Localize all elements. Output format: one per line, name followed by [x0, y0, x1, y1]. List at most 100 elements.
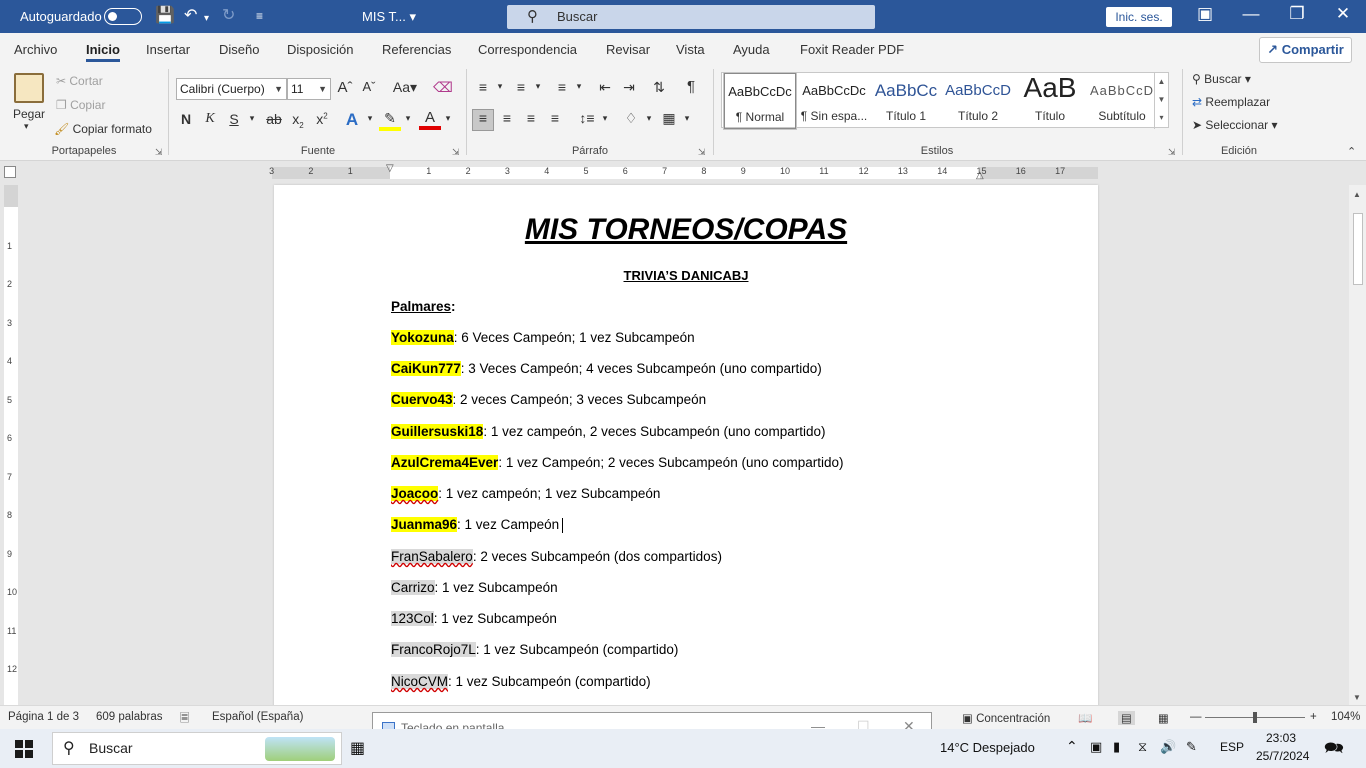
replace-button[interactable]: ⇄ Reemplazar [1192, 95, 1270, 109]
page-count[interactable]: Página 1 de 3 [8, 711, 79, 723]
redo-icon[interactable]: ↻ [222, 6, 235, 26]
multilevel-dropdown-icon[interactable]: ▾ [568, 81, 590, 92]
style-heading-2[interactable]: AaBbCcD Título 2 [942, 73, 1014, 129]
tab-diseno[interactable]: Diseño [219, 42, 259, 57]
tab-correspondencia[interactable]: Correspondencia [478, 42, 577, 57]
superscript-icon[interactable]: x2 [311, 111, 333, 127]
minimize-icon[interactable]: — [1236, 4, 1266, 24]
styles-scroll-icon[interactable]: ▲ ▼ ▾ [1154, 73, 1168, 129]
zoom-level[interactable]: 104% [1331, 711, 1360, 723]
save-icon[interactable]: 💾 [155, 6, 175, 26]
shading-dropdown-icon[interactable]: ▾ [638, 113, 660, 124]
decrease-indent-icon[interactable]: ⇤ [594, 79, 616, 96]
paste-dropdown-icon[interactable]: ▾ [24, 121, 29, 132]
taskbar-search[interactable]: ⚲ Buscar [52, 732, 342, 765]
align-left-icon[interactable]: ≡ [472, 109, 494, 131]
tab-archivo[interactable]: Archivo [14, 42, 57, 57]
task-view-icon[interactable]: ▦ [350, 738, 365, 758]
font-launcher-icon[interactable]: ⇲ [452, 147, 460, 158]
windows-start-icon[interactable] [15, 740, 33, 758]
underline-dropdown-icon[interactable]: ▾ [241, 113, 263, 124]
font-size-dropdown[interactable]: 11 ▼ [287, 78, 331, 100]
word-count[interactable]: 609 palabras [96, 711, 163, 723]
zoom-slider-thumb[interactable] [1253, 712, 1257, 723]
search-box[interactable]: ⚲ Buscar [507, 5, 875, 29]
scroll-up-icon[interactable]: ▲ [1353, 190, 1361, 199]
strikethrough-icon[interactable]: ab [263, 111, 285, 127]
clipboard-launcher-icon[interactable]: ⇲ [155, 147, 163, 158]
font-color-dropdown-icon[interactable]: ▾ [437, 113, 459, 124]
document-page[interactable]: MIS TORNEOS/COPAS TRIVIA’S DANICABJ Palm… [274, 185, 1098, 725]
tab-ayuda[interactable]: Ayuda [733, 42, 770, 57]
vertical-scrollbar[interactable]: ▲ ▼ [1349, 185, 1366, 705]
customize-toolbar-icon[interactable]: ≡ [256, 6, 263, 26]
paragraph-launcher-icon[interactable]: ⇲ [698, 147, 706, 158]
font-family-dropdown[interactable]: Calibri (Cuerpo) ▼ [176, 78, 287, 100]
web-layout-icon[interactable]: ▦ [1158, 711, 1169, 725]
style-no-spacing[interactable]: AaBbCcDc ¶ Sin espa... [798, 73, 870, 129]
print-layout-icon[interactable]: ▤ [1118, 711, 1135, 725]
zoom-out-icon[interactable]: — [1190, 711, 1202, 723]
clock-date[interactable]: 25/7/2024 [1256, 749, 1309, 763]
language-indicator[interactable]: Español (España) [212, 711, 303, 723]
justify-icon[interactable]: ≡ [544, 110, 566, 126]
undo-dropdown-icon[interactable]: ▾ [204, 9, 209, 29]
clear-formatting-icon[interactable]: ⌫ [432, 79, 454, 96]
document-name[interactable]: MIS T... ▾ [362, 9, 416, 25]
share-button[interactable]: ↗ Compartir [1259, 37, 1352, 63]
styles-launcher-icon[interactable]: ⇲ [1168, 147, 1176, 158]
highlight-dropdown-icon[interactable]: ▾ [397, 113, 419, 124]
paste-button[interactable]: Pegar [13, 107, 45, 121]
tab-insertar[interactable]: Insertar [146, 42, 190, 57]
scroll-down-icon[interactable]: ▼ [1353, 693, 1361, 702]
tab-revisar[interactable]: Revisar [606, 42, 650, 57]
copy-button[interactable]: ❐ Copiar [56, 98, 105, 112]
tab-vista[interactable]: Vista [676, 42, 705, 57]
tab-inicio[interactable]: Inicio [86, 42, 120, 62]
align-center-icon[interactable]: ≡ [496, 110, 518, 126]
find-button[interactable]: ⚲ Buscar ▾ [1192, 72, 1251, 86]
select-button[interactable]: ➤ Seleccionar ▾ [1192, 118, 1277, 132]
numbering-dropdown-icon[interactable]: ▾ [527, 81, 549, 92]
network-icon[interactable]: ⧖ [1138, 739, 1147, 755]
align-right-icon[interactable]: ≡ [520, 110, 542, 126]
notifications-icon[interactable]: 🗪 [1324, 737, 1344, 764]
close-icon[interactable]: ✕ [1328, 4, 1358, 24]
increase-indent-icon[interactable]: ⇥ [618, 79, 640, 96]
zoom-in-icon[interactable]: + [1310, 711, 1317, 723]
maximize-icon[interactable]: ❐ [1282, 4, 1312, 24]
format-painter-button[interactable]: 🖌 Copiar formato [54, 122, 152, 136]
ribbon-display-icon[interactable]: ▣ [1190, 4, 1220, 24]
sort-icon[interactable]: ⇅ [648, 79, 670, 96]
line-spacing-dropdown-icon[interactable]: ▾ [594, 113, 616, 124]
battery-icon[interactable]: ▮ [1113, 739, 1120, 755]
style-normal[interactable]: AaBbCcDc ¶ Normal [723, 72, 797, 130]
collapse-ribbon-icon[interactable]: ⌃ [1347, 145, 1356, 158]
italic-icon[interactable]: K [199, 111, 221, 127]
cut-button[interactable]: ✂ Cortar [56, 74, 103, 88]
proofing-icon[interactable]: 🗏 [180, 711, 189, 730]
input-language[interactable]: ESP [1220, 740, 1244, 754]
subscript-icon[interactable]: x2 [287, 111, 309, 130]
weather-widget[interactable]: 14°C Despejado [940, 740, 1035, 755]
volume-icon[interactable]: 🔊 [1160, 739, 1176, 755]
text-effects-dropdown-icon[interactable]: ▾ [359, 113, 381, 124]
clock-time[interactable]: 23:03 [1266, 731, 1296, 745]
shrink-font-icon[interactable]: Aˇ [358, 79, 380, 94]
tab-selector[interactable] [4, 166, 16, 178]
style-heading-1[interactable]: AaBbCc Título 1 [870, 73, 942, 129]
read-mode-icon[interactable]: 📖 [1078, 711, 1092, 725]
borders-dropdown-icon[interactable]: ▾ [676, 113, 698, 124]
bold-icon[interactable]: N [175, 111, 197, 127]
tab-referencias[interactable]: Referencias [382, 42, 451, 57]
show-marks-icon[interactable]: ¶ [680, 78, 702, 95]
pen-icon[interactable]: ✎ [1186, 739, 1197, 755]
focus-button[interactable]: ▣ Concentración [962, 711, 1050, 725]
bullets-dropdown-icon[interactable]: ▾ [489, 81, 511, 92]
sign-in-button[interactable]: Inic. ses. [1106, 7, 1172, 27]
paste-icon[interactable] [14, 73, 44, 103]
style-subtitle[interactable]: AaBbCcD Subtítulo [1086, 73, 1158, 129]
grow-font-icon[interactable]: Aˆ [334, 79, 356, 96]
undo-icon[interactable]: ↶ [184, 6, 197, 26]
style-title[interactable]: AaB Título [1014, 72, 1086, 129]
